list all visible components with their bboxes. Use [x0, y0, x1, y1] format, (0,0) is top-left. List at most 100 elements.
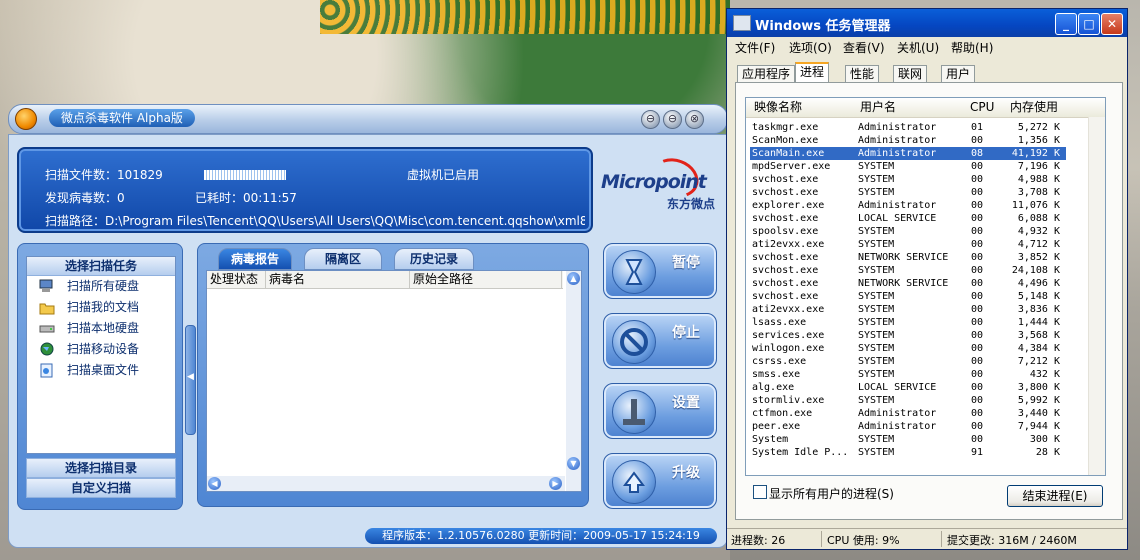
process-mem: 7,944 K [1017, 421, 1060, 432]
process-mem: 4,384 K [1017, 343, 1060, 354]
process-row[interactable]: System Idle P... SYSTEM 91 28 K [750, 446, 1066, 459]
process-list[interactable]: 映像名称 用户名 CPU 内存使用 taskmgr.exe Administrat… [745, 97, 1106, 476]
task-scan-all-disks[interactable]: 扫描所有硬盘 [27, 276, 175, 297]
process-row[interactable]: svchost.exe LOCAL SERVICE 00 6,088 K [750, 212, 1066, 225]
taskmgr-status-bar: 进程数: 26 CPU 使用: 9% 提交更改: 316M / 2460M [727, 528, 1127, 549]
process-row[interactable]: winlogon.exe SYSTEM 00 4,384 K [750, 342, 1066, 355]
process-row[interactable]: svchost.exe SYSTEM 00 24,108 K [750, 264, 1066, 277]
custom-scan-button[interactable]: 自定义扫描 [26, 478, 176, 498]
process-cpu: 00 [971, 317, 984, 328]
task-scan-desktop[interactable]: 扫描桌面文件 [27, 360, 175, 381]
select-scan-dir-button[interactable]: 选择扫描目录 [26, 458, 176, 478]
hard-disk-icon [39, 321, 55, 336]
col-virus-name[interactable]: 病毒名 [266, 271, 410, 288]
tab-quarantine[interactable]: 隔离区 [304, 248, 382, 270]
process-row[interactable]: svchost.exe NETWORK SERVICE 00 4,496 K [750, 277, 1066, 290]
scan-task-header[interactable]: 选择扫描任务 [27, 257, 175, 276]
help-icon[interactable]: ⊖ [641, 110, 660, 129]
process-row[interactable]: taskmgr.exe Administrator 01 5,272 K [750, 121, 1066, 134]
tab-applications[interactable]: 应用程序 [737, 65, 796, 83]
scroll-left-icon[interactable]: ◀ [208, 477, 221, 490]
process-name: csrss.exe [752, 356, 807, 367]
process-cpu: 00 [971, 304, 984, 315]
report-horizontal-scrollbar[interactable]: ◀ ▶ [207, 476, 565, 491]
tab-virus-report[interactable]: 病毒报告 [218, 248, 292, 270]
close-icon[interactable]: ✕ [1101, 13, 1123, 35]
task-label: 扫描移动设备 [67, 342, 140, 356]
col-status[interactable]: 处理状态 [207, 271, 266, 288]
settings-button[interactable]: 设置 [603, 383, 717, 439]
antivirus-title-bar[interactable]: 微点杀毒软件 Alpha版 ⊖ ⊖ ⊗ [8, 104, 728, 134]
process-row[interactable]: System SYSTEM 00 300 K [750, 433, 1066, 446]
scroll-down-icon[interactable]: ▼ [567, 457, 580, 470]
process-user: Administrator [858, 122, 937, 133]
task-scan-my-documents[interactable]: 扫描我的文档 [27, 297, 175, 318]
process-cpu: 00 [971, 395, 984, 406]
scroll-up-icon[interactable]: ▲ [567, 272, 580, 285]
col-image-name[interactable]: 映像名称 [754, 98, 802, 117]
process-row[interactable]: lsass.exe SYSTEM 00 1,444 K [750, 316, 1066, 329]
task-label: 扫描我的文档 [67, 300, 140, 314]
micropoint-logo: Micropoint 东方微点 [601, 151, 721, 219]
show-all-users-checkbox[interactable] [753, 485, 767, 499]
tab-performance[interactable]: 性能 [845, 65, 880, 83]
taskmgr-app-icon [733, 15, 751, 31]
upgrade-button[interactable]: 升级 [603, 453, 717, 509]
process-row[interactable]: smss.exe SYSTEM 00 432 K [750, 368, 1066, 381]
tab-networking[interactable]: 联网 [893, 65, 928, 83]
col-path[interactable]: 原始全路径 [410, 271, 562, 288]
process-list-scrollbar[interactable] [1088, 117, 1105, 475]
process-name: ScanMon.exe [752, 135, 819, 146]
stop-button[interactable]: 停止 [603, 313, 717, 369]
process-row[interactable]: csrss.exe SYSTEM 00 7,212 K [750, 355, 1066, 368]
menu-options[interactable]: 选项(O) [789, 39, 832, 56]
minimize-icon[interactable]: ⊖ [663, 110, 682, 129]
minimize-icon[interactable]: _ [1055, 13, 1077, 35]
task-scan-local-disk[interactable]: 扫描本地硬盘 [27, 318, 175, 339]
process-row[interactable]: svchost.exe NETWORK SERVICE 00 3,852 K [750, 251, 1066, 264]
process-row[interactable]: svchost.exe SYSTEM 00 4,988 K [750, 173, 1066, 186]
process-row[interactable]: ctfmon.exe Administrator 00 3,440 K [750, 407, 1066, 420]
process-row[interactable]: svchost.exe SYSTEM 00 3,708 K [750, 186, 1066, 199]
close-icon[interactable]: ⊗ [685, 110, 704, 129]
pause-button[interactable]: 暂停 [603, 243, 717, 299]
process-name: svchost.exe [752, 252, 819, 263]
taskmgr-title-bar[interactable]: Windows 任务管理器 _ □ ✕ [727, 9, 1127, 37]
menu-view[interactable]: 查看(V) [843, 39, 885, 56]
process-cpu: 00 [971, 226, 984, 237]
process-row[interactable]: svchost.exe SYSTEM 00 5,148 K [750, 290, 1066, 303]
task-manager-window: Windows 任务管理器 _ □ ✕ 文件(F) 选项(O) 查看(V) 关机… [726, 8, 1128, 550]
process-row[interactable]: ScanMon.exe Administrator 00 1,356 K [750, 134, 1066, 147]
documents-folder-icon [39, 300, 55, 315]
menu-help[interactable]: 帮助(H) [951, 39, 993, 56]
task-scan-removable[interactable]: 扫描移动设备 [27, 339, 175, 360]
panel-splitter[interactable]: ◀ [185, 325, 196, 435]
process-mem: 432 K [1029, 369, 1060, 380]
process-row[interactable]: explorer.exe Administrator 00 11,076 K [750, 199, 1066, 212]
maximize-icon[interactable]: □ [1078, 13, 1100, 35]
scroll-right-icon[interactable]: ▶ [549, 477, 562, 490]
tab-users[interactable]: 用户 [941, 65, 976, 83]
process-name: lsass.exe [752, 317, 807, 328]
scan-status-panel: 扫描文件数：101829 虚拟机已启用 发现病毒数：0 已耗时：00:11:57… [17, 147, 593, 233]
process-row[interactable]: ati2evxx.exe SYSTEM 00 3,836 K [750, 303, 1066, 316]
col-user-name[interactable]: 用户名 [860, 98, 896, 117]
virus-report-list[interactable]: 处理状态 病毒名 原始全路径 ▲ ▼ ◀ ▶ [206, 270, 582, 492]
process-row[interactable]: ScanMain.exe Administrator 08 41,192 K [750, 147, 1066, 160]
col-cpu[interactable]: CPU [970, 98, 994, 117]
process-row[interactable]: peer.exe Administrator 00 7,944 K [750, 420, 1066, 433]
process-row[interactable]: alg.exe LOCAL SERVICE 00 3,800 K [750, 381, 1066, 394]
process-row[interactable]: services.exe SYSTEM 00 3,568 K [750, 329, 1066, 342]
process-name: taskmgr.exe [752, 122, 819, 133]
process-row[interactable]: mpdServer.exe SYSTEM 00 7,196 K [750, 160, 1066, 173]
process-row[interactable]: stormliv.exe SYSTEM 00 5,992 K [750, 394, 1066, 407]
process-row[interactable]: ati2evxx.exe SYSTEM 00 4,712 K [750, 238, 1066, 251]
tab-history[interactable]: 历史记录 [394, 248, 474, 270]
process-row[interactable]: spoolsv.exe SYSTEM 00 4,932 K [750, 225, 1066, 238]
menu-shutdown[interactable]: 关机(U) [897, 39, 939, 56]
menu-file[interactable]: 文件(F) [735, 39, 775, 56]
end-process-button[interactable]: 结束进程(E) [1007, 485, 1103, 507]
col-mem-usage[interactable]: 内存使用 [1010, 98, 1058, 117]
report-vertical-scrollbar[interactable]: ▲ ▼ [566, 271, 581, 491]
app-orb-icon[interactable] [15, 108, 37, 130]
